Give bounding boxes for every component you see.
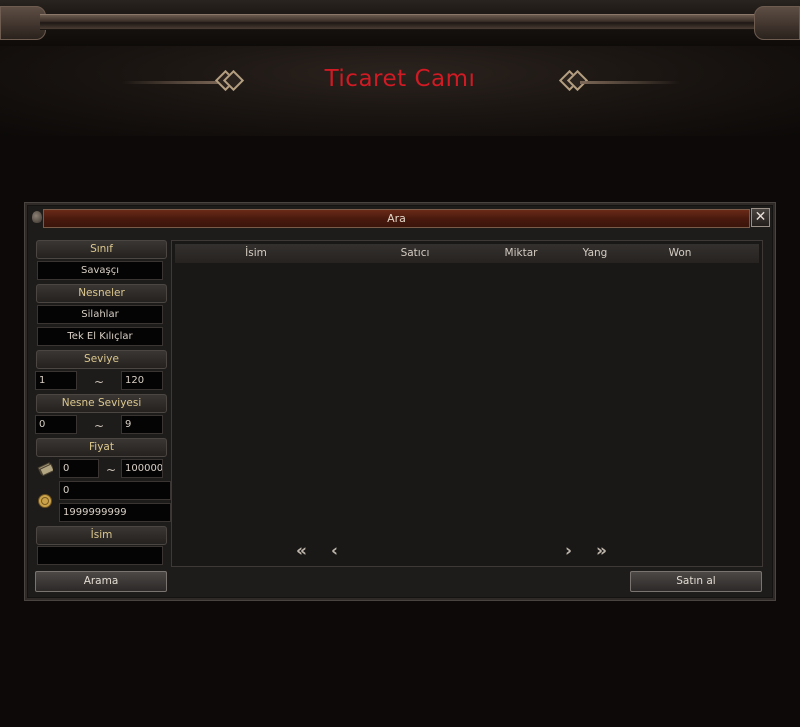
range-separator: ~ [93, 375, 105, 389]
first-page-icon[interactable]: « [296, 543, 307, 560]
name-input[interactable] [37, 546, 163, 565]
range-separator: ~ [93, 419, 105, 433]
pin-icon [32, 211, 42, 223]
item-category-dropdown[interactable]: Silahlar [37, 305, 163, 324]
level-max-input[interactable]: 120 [121, 371, 163, 390]
won-coin-icon [38, 494, 52, 508]
title-ornament-line-right [580, 81, 680, 84]
dialog-titlebar[interactable]: Ara [43, 209, 750, 228]
name-label: İsim [36, 526, 167, 545]
results-header: İsim Satıcı Miktar Yang Won [175, 244, 759, 263]
class-dropdown[interactable]: Savaşçı [37, 261, 163, 280]
column-header-quantity[interactable]: Miktar [490, 244, 552, 263]
yang-min-input[interactable]: 0 [59, 459, 99, 478]
close-button[interactable]: ✕ [751, 208, 770, 227]
search-dialog: Ara ✕ Sınıf Savaşçı Nesneler Silahlar Te… [24, 202, 776, 601]
range-separator: ~ [105, 463, 117, 477]
column-header-name[interactable]: İsim [225, 244, 287, 263]
item-level-label: Nesne Seviyesi [36, 394, 167, 413]
frame-rail [40, 14, 760, 30]
close-icon: ✕ [754, 209, 767, 225]
column-header-yang[interactable]: Yang [570, 244, 620, 263]
item-subcategory-dropdown[interactable]: Tek El Kılıçlar [37, 327, 163, 346]
items-label: Nesneler [36, 284, 167, 303]
item-level-min-input[interactable]: 0 [35, 415, 77, 434]
top-frame [0, 0, 800, 47]
item-level-max-input[interactable]: 9 [121, 415, 163, 434]
results-panel: İsim Satıcı Miktar Yang Won « ‹ › » [171, 240, 763, 567]
level-label: Seviye [36, 350, 167, 369]
yang-max-input[interactable]: 100000 [121, 459, 163, 478]
buy-button[interactable]: Satın al [630, 571, 762, 592]
last-page-icon[interactable]: » [596, 543, 607, 560]
search-button[interactable]: Arama [35, 571, 167, 592]
yang-money-icon [37, 462, 53, 476]
won-max-input[interactable]: 1999999999 [59, 503, 171, 522]
prev-page-icon[interactable]: ‹ [331, 543, 338, 560]
class-label: Sınıf [36, 240, 167, 259]
won-min-input[interactable]: 0 [59, 481, 171, 500]
page-title: Ticaret Camı [324, 66, 476, 92]
column-header-won[interactable]: Won [655, 244, 705, 263]
level-min-input[interactable]: 1 [35, 371, 77, 390]
next-page-icon[interactable]: › [565, 543, 572, 560]
frame-ornament-right [754, 6, 800, 40]
column-header-seller[interactable]: Satıcı [380, 244, 450, 263]
price-label: Fiyat [36, 438, 167, 457]
